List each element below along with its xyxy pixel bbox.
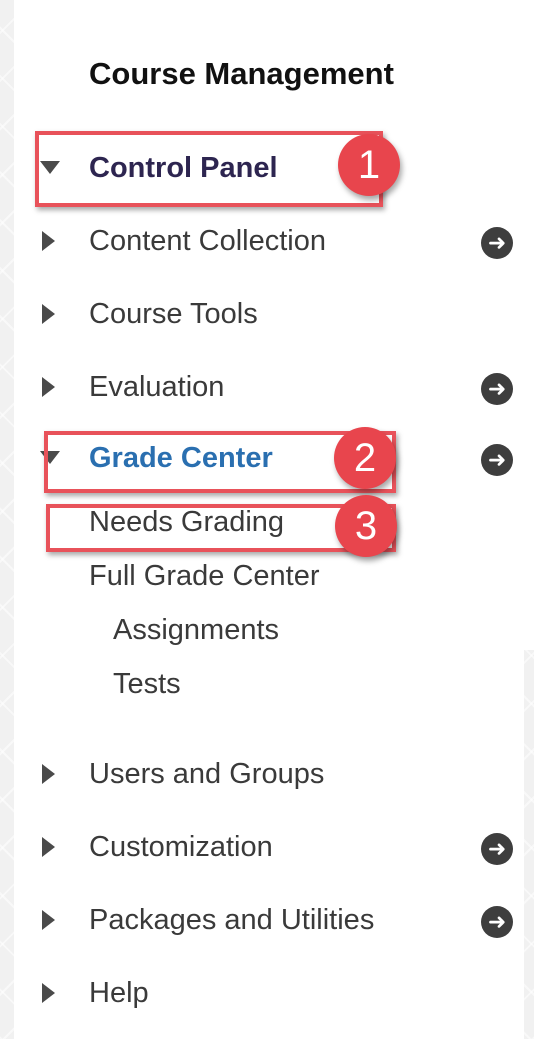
menu-item-label: Customization <box>89 831 273 863</box>
caret-right-icon[interactable] <box>42 377 55 397</box>
step-badge-3: 3 <box>335 495 397 557</box>
menu-item-label: Packages and Utilities <box>89 904 375 936</box>
caret-right-icon[interactable] <box>42 837 55 857</box>
arrow-right-circle-icon[interactable]: ➜ <box>481 444 513 476</box>
caret-right-icon[interactable] <box>42 910 55 930</box>
menu-item-content-collection[interactable]: Content Collection ➜ <box>0 221 534 261</box>
arrow-right-circle-icon[interactable]: ➜ <box>481 906 513 938</box>
menu-item-users-and-groups[interactable]: Users and Groups <box>0 754 534 794</box>
menu-item-course-tools[interactable]: Course Tools <box>0 294 534 334</box>
submenu-assignments[interactable]: Assignments <box>113 614 279 647</box>
step-badge-2: 2 <box>334 427 396 489</box>
caret-right-icon[interactable] <box>42 231 55 251</box>
arrow-right-circle-icon[interactable]: ➜ <box>481 833 513 865</box>
menu-item-evaluation[interactable]: Evaluation ➜ <box>0 367 534 407</box>
menu-item-label: Content Collection <box>89 225 326 257</box>
menu-item-label: Evaluation <box>89 371 225 403</box>
menu-item-label: Help <box>89 977 149 1009</box>
step-badge-1: 1 <box>338 134 400 196</box>
caret-right-icon[interactable] <box>42 304 55 324</box>
menu-item-packages-and-utilities[interactable]: Packages and Utilities ➜ <box>0 900 534 940</box>
arrow-right-circle-icon[interactable]: ➜ <box>481 227 513 259</box>
submenu-full-grade-center[interactable]: Full Grade Center <box>89 560 320 593</box>
arrow-right-circle-icon[interactable]: ➜ <box>481 373 513 405</box>
menu-item-label: Users and Groups <box>89 758 325 790</box>
course-management-heading: Course Management <box>89 56 394 91</box>
caret-right-icon[interactable] <box>42 764 55 784</box>
caret-right-icon[interactable] <box>42 983 55 1003</box>
highlight-box-1 <box>35 131 383 207</box>
menu-item-label: Course Tools <box>89 298 258 330</box>
menu-item-help[interactable]: Help <box>0 973 534 1013</box>
menu-item-customization[interactable]: Customization ➜ <box>0 827 534 867</box>
submenu-tests[interactable]: Tests <box>113 668 181 701</box>
